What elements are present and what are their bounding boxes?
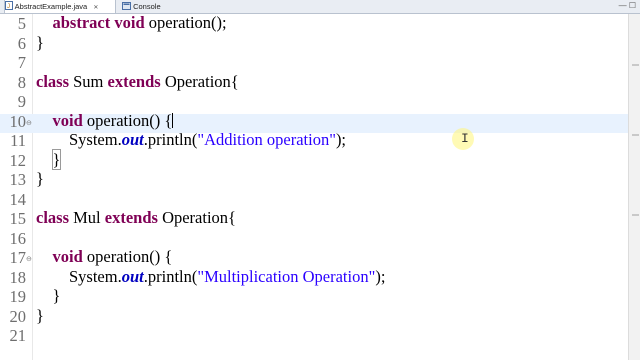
code-text[interactable]: class Sum extends Operation{ — [36, 72, 239, 92]
tab-label: AbstractExample.java — [14, 2, 88, 11]
svg-text:J: J — [7, 4, 10, 10]
code-text[interactable]: } — [36, 286, 61, 306]
keyword-token: void — [52, 110, 83, 130]
keyword-token: abstract — [52, 13, 111, 32]
code-token: System. — [36, 130, 122, 149]
code-token: Operation{ — [157, 208, 236, 227]
code-line[interactable]: 8 class Sum extends Operation{ — [0, 72, 628, 95]
close-icon[interactable]: ✕ — [93, 5, 98, 11]
line-number: 8 — [17, 72, 26, 92]
tab-console[interactable]: Console — [122, 0, 182, 13]
console-icon — [122, 1, 131, 14]
editor-tab-bar: J AbstractExample.java ✕ Console — ☐ — [0, 0, 640, 14]
line-number: 13 — [9, 170, 27, 189]
window-controls[interactable]: — ☐ — [619, 1, 636, 10]
code-token: ); — [375, 266, 386, 286]
line-number: 19 — [9, 287, 27, 306]
scroll-marker — [632, 64, 639, 66]
code-line[interactable]: 13} — [0, 169, 628, 192]
keyword-token: class — [36, 71, 69, 91]
line-number: 20 — [9, 306, 27, 326]
code-text[interactable]: void operation() { — [36, 110, 174, 131]
code-line[interactable]: 11 System.out.println("Addition operatio… — [0, 130, 628, 153]
code-text[interactable]: System.out.println("Multiplication Opera… — [36, 267, 385, 287]
line-number: 17 — [9, 248, 27, 267]
code-text[interactable]: } — [36, 33, 44, 53]
line-number: 21 — [9, 326, 27, 345]
code-line[interactable]: 15 class Mul extends Operation{ — [0, 208, 628, 231]
code-line[interactable]: 21 — [0, 326, 628, 348]
keyword-token: void — [52, 247, 83, 266]
code-token: ); — [335, 130, 347, 149]
code-line[interactable]: 5 abstract void operation(); — [0, 13, 628, 36]
line-number: 10 — [9, 111, 27, 131]
line-number: 15 — [9, 209, 27, 228]
fold-toggle-icon[interactable]: ⊖ — [26, 255, 32, 263]
line-number: 12 — [9, 150, 27, 170]
line-number: 16 — [9, 228, 27, 248]
scroll-marker — [632, 214, 639, 216]
code-token: .println( — [143, 130, 198, 149]
code-line[interactable]: 20} — [0, 306, 628, 329]
line-number: 18 — [9, 267, 27, 287]
code-token: operation() { — [82, 247, 173, 266]
tab-abstractexample-java[interactable]: J AbstractExample.java ✕ — [4, 0, 116, 13]
line-number: 14 — [9, 189, 27, 209]
static-field-token: out — [121, 130, 144, 149]
keyword-token: extends — [107, 71, 161, 91]
keyword-token: extends — [104, 208, 158, 227]
java-file-icon: J — [5, 0, 13, 14]
line-number: 7 — [17, 53, 26, 72]
text-caret — [172, 112, 174, 128]
code-text[interactable]: } — [36, 306, 44, 326]
code-text[interactable]: void operation() { — [36, 247, 173, 267]
code-token: System. — [36, 266, 122, 286]
code-token: } — [36, 305, 44, 325]
line-number: 9 — [17, 92, 26, 111]
scroll-marker — [632, 134, 639, 136]
line-number: 11 — [10, 131, 26, 150]
static-field-token: out — [121, 266, 144, 286]
code-text[interactable]: System.out.println("Addition operation")… — [36, 130, 346, 150]
ibeam-cursor-icon: I — [461, 131, 469, 146]
code-text[interactable]: class Mul extends Operation{ — [36, 208, 236, 228]
keyword-token: void — [114, 13, 145, 32]
code-text[interactable]: } — [36, 148, 62, 170]
code-line[interactable]: 18 System.out.println("Multiplication Op… — [0, 267, 628, 290]
line-number: 5 — [17, 14, 26, 33]
matching-brace: } — [51, 148, 62, 170]
code-token: Sum — [69, 71, 108, 91]
code-token: operation() { — [82, 110, 173, 130]
code-token: operation(); — [144, 13, 227, 32]
code-text[interactable]: } — [36, 169, 44, 189]
vertical-scrollbar[interactable] — [628, 14, 640, 360]
fold-toggle-icon[interactable]: ⊖ — [26, 119, 32, 127]
code-line[interactable]: 12 } — [0, 148, 628, 173]
tab-label: Console — [133, 2, 161, 11]
line-number: 6 — [17, 33, 26, 53]
code-token: Operation{ — [160, 71, 239, 91]
string-literal-token: "Multiplication Operation" — [197, 266, 376, 286]
code-line[interactable]: 19 } — [0, 286, 628, 309]
code-line[interactable]: 6} — [0, 33, 628, 56]
code-token: } — [36, 286, 61, 305]
code-token: } — [36, 32, 44, 52]
keyword-token: class — [36, 208, 69, 227]
code-token: .println( — [143, 266, 198, 286]
code-token: Mul — [69, 208, 105, 227]
code-editor[interactable]: 5 abstract void operation(); 6} 7 8 class Su… — [0, 13, 628, 360]
code-text[interactable]: abstract void operation(); — [36, 13, 227, 33]
code-token: } — [36, 169, 44, 188]
string-literal-token: "Addition operation" — [197, 130, 336, 149]
